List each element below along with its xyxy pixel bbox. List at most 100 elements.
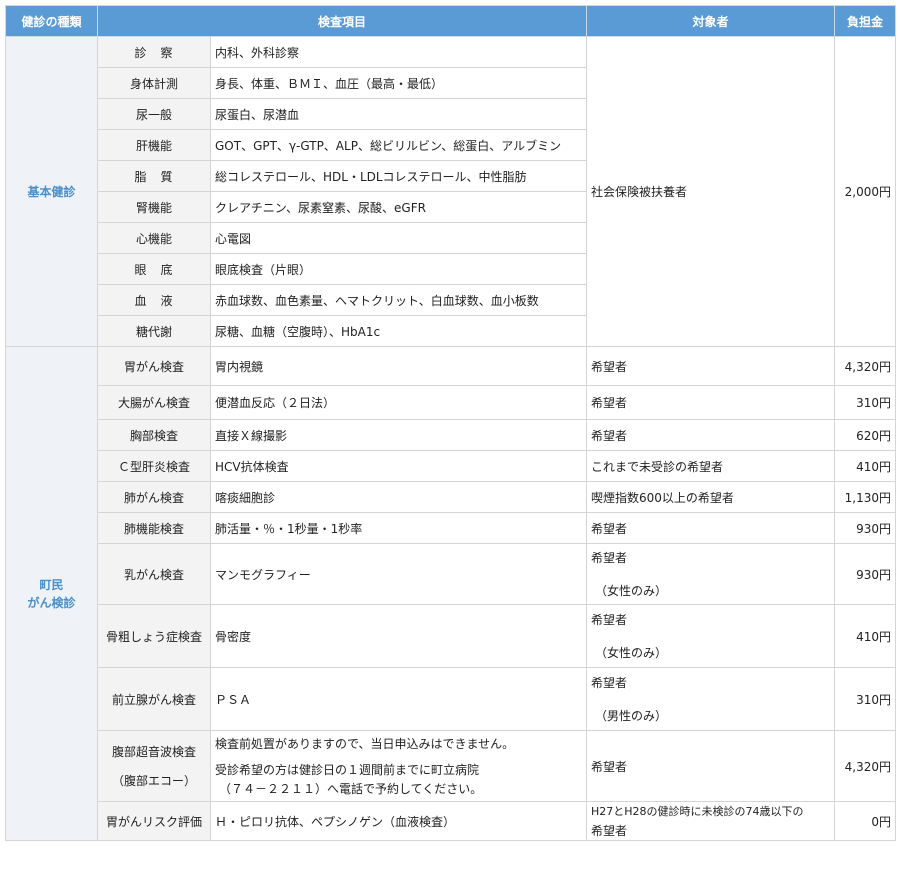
item-name-line2: （腹部エコー） (111, 774, 196, 788)
item-name: 血 液 (97, 284, 211, 316)
item-detail: 骨密度 (209, 604, 588, 668)
target-lines: 希望者 （男性のみ） (591, 674, 830, 724)
item-name: 眼 底 (97, 253, 211, 285)
item-detail: マンモグラフィー (209, 543, 588, 605)
item-name: 肝機能 (97, 129, 211, 161)
target-basic: 社会保険被扶養者 (586, 36, 836, 347)
item-name: 脂 質 (97, 160, 211, 192)
table-row: 骨粗しょう症検査 骨密度 希望者 （女性のみ） 410円 (6, 604, 897, 668)
item-target: 希望者 (586, 730, 836, 802)
category-cancer-line1: 町民 (39, 577, 64, 592)
table-row: 乳がん検査 マンモグラフィー 希望者 （女性のみ） 930円 (6, 543, 897, 605)
item-target: 希望者 (586, 385, 836, 420)
item-detail: 内科、外科診察 (209, 36, 588, 68)
item-detail-line1: 検査前処置がありますので、当日申込みはできません。 (215, 737, 515, 751)
item-fee: 4,320円 (834, 346, 897, 386)
item-fee: 310円 (834, 385, 897, 420)
item-name: 腎機能 (97, 191, 211, 223)
header-type: 健診の種類 (5, 5, 98, 37)
table-row: Ｃ型肝炎検査 HCV抗体検査 これまで未受診の希望者 410円 (6, 450, 897, 482)
target-lines: 希望者 （女性のみ） (591, 549, 830, 599)
target-line1: 希望者 (591, 551, 628, 565)
table-row: 胃がんリスク評価 Ｈ・ピロリ抗体、ペプシノゲン（血液検査） H27とH28の健診… (6, 801, 897, 841)
item-name: 診 察 (97, 36, 211, 68)
item-name: 前立腺がん検査 (97, 667, 211, 731)
item-detail: GOT、GPT、γ-GTP、ALP、総ビリルビン、総蛋白、アルブミン (209, 129, 588, 161)
item-name-line1: 腹部超音波検査 (111, 745, 196, 759)
item-fee: 930円 (834, 512, 897, 544)
item-name: 心機能 (97, 222, 211, 254)
item-fee: 0円 (834, 801, 897, 841)
table-row: 腹部超音波検査 （腹部エコー） 検査前処置がありますので、当日申込みはできません… (6, 730, 897, 802)
category-basic: 基本健診 (5, 36, 98, 347)
item-fee: 930円 (834, 543, 897, 605)
item-name: Ｃ型肝炎検査 (97, 450, 211, 482)
item-detail: 尿糖、血糖（空腹時）、HbA1c (209, 315, 588, 347)
target-lines: H27とH28の健診時に未検診の74歳以下の 希望者 (591, 803, 830, 839)
target-line2: 希望者 (591, 824, 628, 838)
item-detail: 赤血球数、血色素量、ヘマトクリット、白血球数、血小板数 (209, 284, 588, 316)
table-row: 肺がん検査 喀痰細胞診 喫煙指数600以上の希望者 1,130円 (6, 481, 897, 513)
item-target: 希望者 （男性のみ） (586, 667, 836, 731)
item-name: 糖代謝 (97, 315, 211, 347)
item-detail: 眼底検査（片眼） (209, 253, 588, 285)
item-fee: 410円 (834, 604, 897, 668)
target-line1: 希望者 (591, 676, 628, 690)
table-row: 肺機能検査 肺活量・％・1秒量・1秒率 希望者 930円 (6, 512, 897, 544)
target-line1: H27とH28の健診時に未検診の74歳以下の (591, 805, 804, 818)
header-target: 対象者 (586, 5, 836, 37)
item-name: 腹部超音波検査 （腹部エコー） (97, 730, 211, 802)
item-fee: 1,130円 (834, 481, 897, 513)
fee-basic: 2,000円 (834, 36, 897, 347)
item-detail-line3: （７４－２２１１）へ電話で予約してください。 (219, 782, 483, 796)
target-line2: （男性のみ） (595, 709, 668, 723)
table-row: 大腸がん検査 便潜血反応（２日法） 希望者 310円 (6, 385, 897, 420)
target-lines: 希望者 （女性のみ） (591, 611, 830, 661)
header-fee: 負担金 (834, 5, 897, 37)
item-name: 尿一般 (97, 98, 211, 130)
item-fee: 620円 (834, 419, 897, 451)
item-target: 希望者 （女性のみ） (586, 543, 836, 605)
item-name: 骨粗しょう症検査 (97, 604, 211, 668)
item-detail: 尿蛋白、尿潜血 (209, 98, 588, 130)
table-row: 前立腺がん検査 ＰＳＡ 希望者 （男性のみ） 310円 (6, 667, 897, 731)
item-target: H27とH28の健診時に未検診の74歳以下の 希望者 (586, 801, 836, 841)
category-cancer-line2: がん検診 (27, 595, 76, 610)
item-target: 希望者 (586, 346, 836, 386)
item-detail-line2: 受診希望の方は健診日の１週間前までに町立病院 (215, 763, 480, 777)
item-name: 肺機能検査 (97, 512, 211, 544)
item-detail: 胃内視鏡 (209, 346, 588, 386)
item-detail: 喀痰細胞診 (209, 481, 588, 513)
target-line2: （女性のみ） (595, 646, 668, 660)
table-row: 胸部検査 直接Ｘ線撮影 希望者 620円 (6, 419, 897, 451)
item-detail: 身長、体重、ＢＭＩ、血圧（最高・最低） (209, 67, 588, 99)
item-fee: 410円 (834, 450, 897, 482)
item-name: 大腸がん検査 (97, 385, 211, 420)
item-target: 希望者 (586, 419, 836, 451)
item-name: 胃がんリスク評価 (97, 801, 211, 841)
target-line2: （女性のみ） (595, 584, 668, 598)
item-fee: 4,320円 (834, 730, 897, 802)
item-name: 肺がん検査 (97, 481, 211, 513)
target-line1: 希望者 (591, 613, 628, 627)
item-name: 乳がん検査 (97, 543, 211, 605)
item-detail: 便潜血反応（２日法） (209, 385, 588, 420)
category-cancer: 町民 がん検診 (5, 346, 98, 841)
item-detail: HCV抗体検査 (209, 450, 588, 482)
item-detail: ＰＳＡ (209, 667, 588, 731)
item-name: 胃がん検査 (97, 346, 211, 386)
item-detail: 心電図 (209, 222, 588, 254)
item-detail-lines: 検査前処置がありますので、当日申込みはできません。 受診希望の方は健診日の１週間… (215, 735, 582, 797)
item-fee: 310円 (834, 667, 897, 731)
item-target: これまで未受診の希望者 (586, 450, 836, 482)
item-detail: 肺活量・％・1秒量・1秒率 (209, 512, 588, 544)
item-target: 希望者 (586, 512, 836, 544)
item-detail: クレアチニン、尿素窒素、尿酸、eGFR (209, 191, 588, 223)
item-name: 身体計測 (97, 67, 211, 99)
item-name-lines: 腹部超音波検査 （腹部エコー） (102, 743, 206, 789)
item-target: 喫煙指数600以上の希望者 (586, 481, 836, 513)
item-detail: Ｈ・ピロリ抗体、ペプシノゲン（血液検査） (209, 801, 588, 841)
checkup-table: 健診の種類 検査項目 対象者 負担金 基本健診 診 察 内科、外科診察 社会保険… (5, 5, 897, 841)
header-item: 検査項目 (96, 5, 588, 37)
table-row: 基本健診 診 察 内科、外科診察 社会保険被扶養者 2,000円 (5, 36, 897, 347)
